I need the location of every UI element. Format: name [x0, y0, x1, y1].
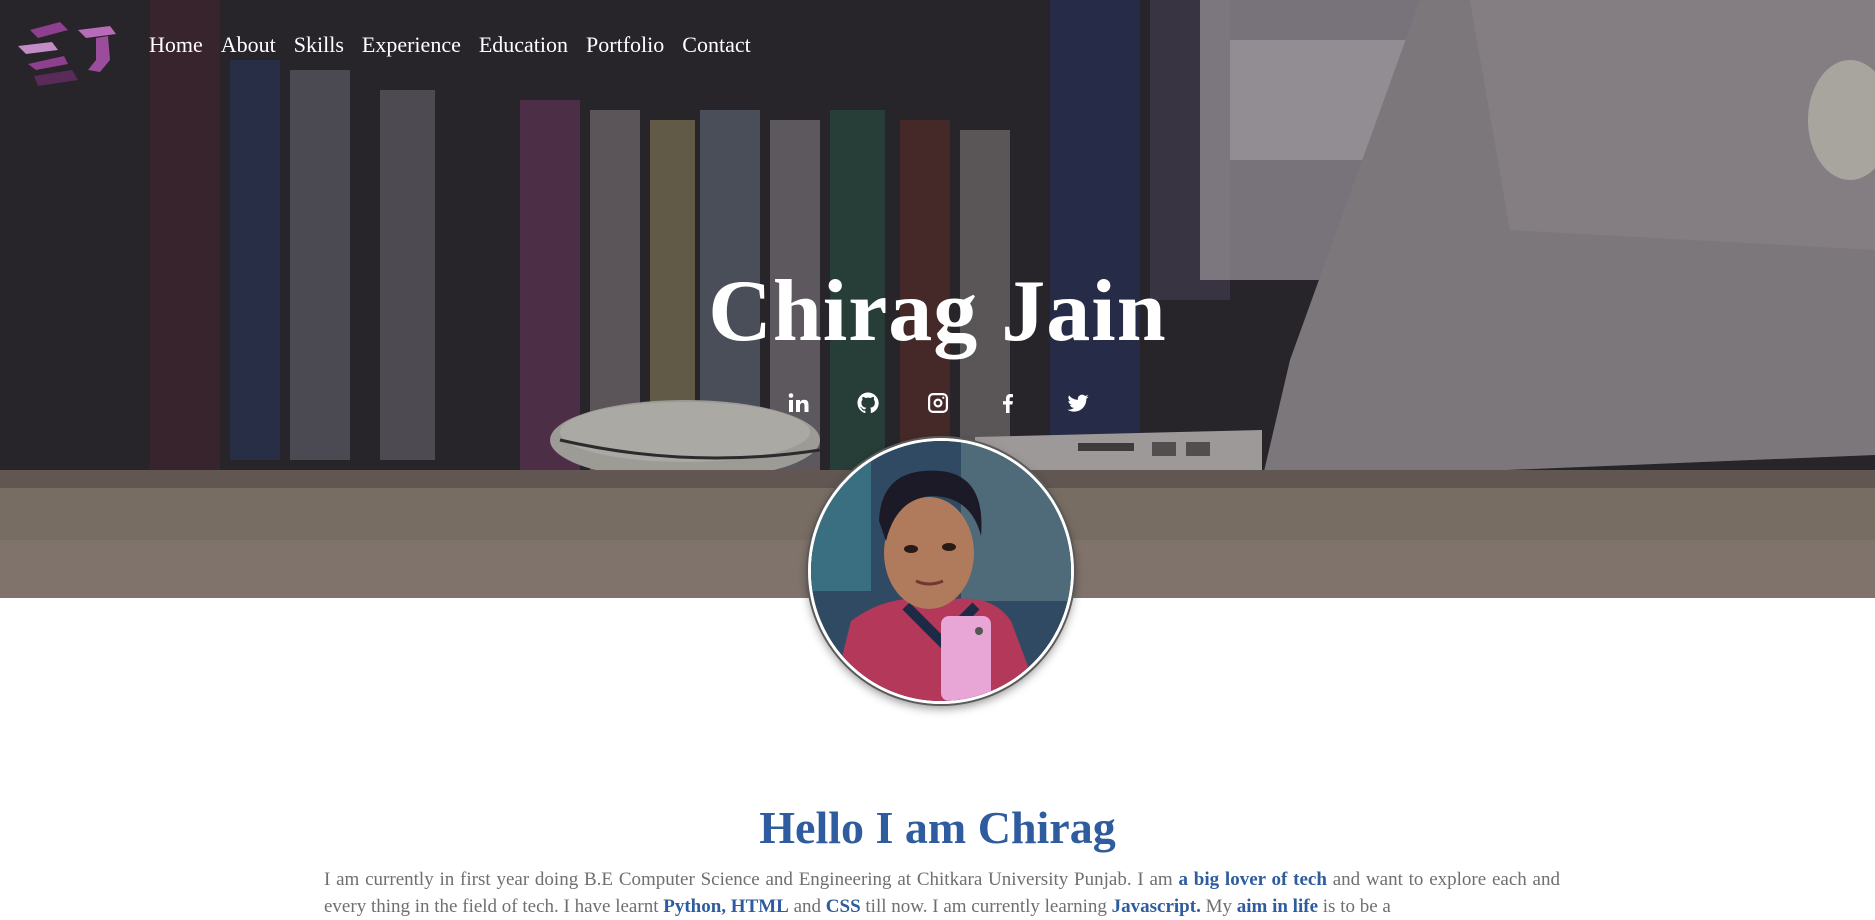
github-icon[interactable]	[851, 386, 885, 420]
about-text-segment: I am currently in first year doing B.E C…	[324, 869, 1179, 890]
logo-icon[interactable]	[12, 20, 118, 94]
nav-portfolio[interactable]: Portfolio	[586, 30, 664, 60]
about-highlight: a big lover of tech	[1178, 869, 1327, 890]
main-nav: Home About Skills Experience Education P…	[149, 30, 769, 60]
hero-name-title: Chirag Jain	[708, 263, 1167, 360]
linkedin-icon[interactable]	[781, 386, 815, 420]
twitter-icon[interactable]	[1061, 386, 1095, 420]
social-links	[0, 386, 1875, 420]
facebook-icon[interactable]	[991, 386, 1025, 420]
profile-avatar	[808, 438, 1074, 704]
instagram-icon[interactable]	[921, 386, 955, 420]
nav-education[interactable]: Education	[479, 30, 568, 60]
about-heading: Hello I am Chirag	[759, 802, 1116, 853]
nav-about[interactable]: About	[221, 30, 276, 60]
about-paragraph: I am currently in first year doing B.E C…	[324, 866, 1560, 920]
nav-contact[interactable]: Contact	[682, 30, 750, 60]
nav-home[interactable]: Home	[149, 30, 203, 60]
nav-experience[interactable]: Experience	[362, 30, 461, 60]
nav-skills[interactable]: Skills	[294, 30, 344, 60]
profile-photo	[811, 441, 1071, 701]
